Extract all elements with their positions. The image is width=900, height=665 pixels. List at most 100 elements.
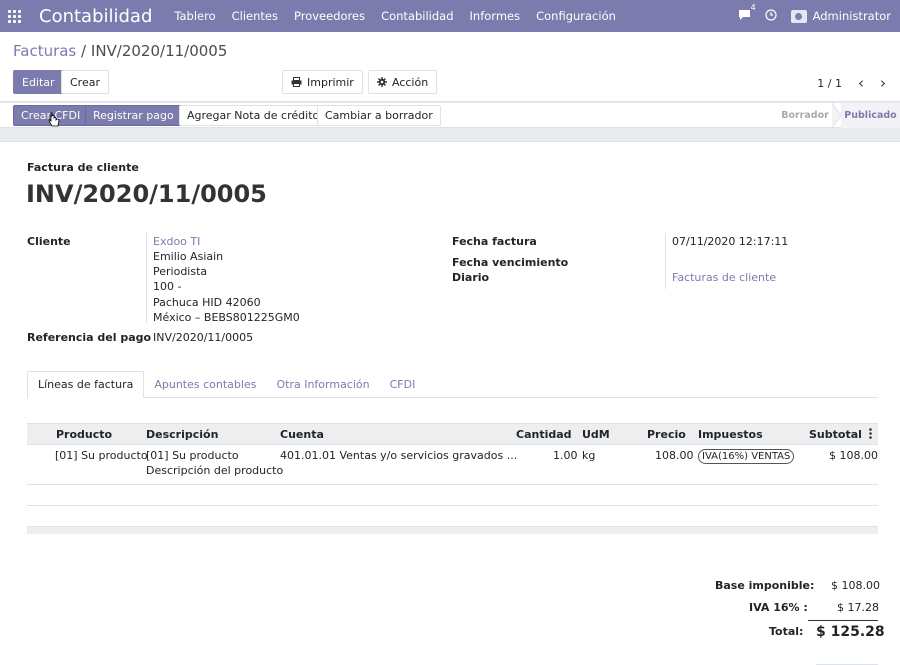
field-divider — [665, 233, 666, 289]
register-payment-label: Registrar pago — [93, 109, 174, 122]
tab-cfdi-label: CFDI — [389, 378, 416, 391]
invoice-type: Factura de cliente — [27, 161, 139, 174]
chat-icon — [738, 9, 750, 20]
breadcrumb: Facturas / INV/2020/11/0005 — [13, 42, 227, 60]
create-button[interactable]: Crear — [61, 70, 109, 94]
tab-journal-items[interactable]: Apuntes contables — [144, 371, 266, 398]
next-record-icon[interactable]: › — [880, 74, 886, 92]
invoice-date-label: Fecha factura — [452, 235, 537, 248]
column-price[interactable]: Precio — [647, 428, 686, 441]
due-date-label: Fecha vencimiento — [452, 256, 569, 269]
table-row[interactable]: [01] Su producto [01] Su producto Descri… — [27, 445, 878, 485]
edit-button-label: Editar — [22, 75, 55, 89]
menu-proveedores[interactable]: Proveedores — [294, 9, 365, 23]
payment-ref-label: Referencia del pago — [27, 331, 152, 344]
stage-publicado[interactable]: Publicado — [841, 103, 900, 128]
tab-other-info-label: Otra Información — [276, 378, 370, 391]
empty-row — [27, 485, 878, 506]
menu-informes[interactable]: Informes — [470, 9, 521, 23]
stage-publicado-label: Publicado — [844, 110, 897, 121]
cell-product: [01] Su producto — [55, 449, 148, 462]
invoice-date-value: 07/11/2020 12:17:11 — [672, 235, 789, 248]
address-line: Emilio Asiain — [153, 250, 224, 263]
action-button[interactable]: Acción — [368, 70, 438, 94]
menu-contabilidad[interactable]: Contabilidad — [381, 9, 453, 23]
column-subtotal[interactable]: Subtotal — [809, 428, 862, 441]
cell-subtotal: $ 108.00 — [829, 449, 878, 462]
column-product[interactable]: Producto — [56, 428, 112, 441]
cell-description: [01] Su producto — [146, 449, 239, 462]
field-divider — [146, 233, 147, 323]
tab-invoice-lines-label: Líneas de factura — [38, 378, 134, 391]
customer-label: Cliente — [27, 235, 71, 248]
column-account[interactable]: Cuenta — [280, 428, 324, 441]
print-button[interactable]: Imprimir — [282, 70, 363, 94]
create-button-label: Crear — [70, 75, 100, 89]
user-name: Administrator — [812, 9, 891, 23]
tab-invoice-lines[interactable]: Líneas de factura — [27, 371, 145, 398]
user-menu[interactable]: Administrator — [790, 9, 891, 23]
stage-borrador-label: Borrador — [781, 110, 829, 121]
tab-cfdi[interactable]: CFDI — [380, 371, 426, 398]
column-uom[interactable]: UdM — [582, 428, 610, 441]
avatar — [790, 9, 807, 23]
edit-button[interactable]: Editar — [13, 70, 64, 94]
prev-record-icon[interactable]: ‹ — [858, 74, 864, 92]
gear-icon — [377, 77, 387, 87]
reset-draft-button[interactable]: Cambiar a borrador — [317, 105, 441, 126]
cell-description-detail: Descripción del producto — [146, 464, 284, 477]
app-title[interactable]: Contabilidad — [39, 6, 152, 27]
menu-configuracion[interactable]: Configuración — [536, 9, 616, 23]
register-payment-button[interactable]: Registrar pago — [85, 105, 182, 126]
column-taxes[interactable]: Impuestos — [698, 428, 763, 441]
pager-value[interactable]: 1 / 1 — [817, 77, 842, 90]
cell-uom: kg — [582, 449, 596, 462]
cursor-icon — [48, 112, 60, 127]
invoice-lines-table: Producto Descripción Cuenta Cantidad UdM… — [27, 423, 878, 534]
print-button-label: Imprimir — [307, 75, 354, 89]
tab-other-info[interactable]: Otra Información — [266, 371, 379, 398]
main-menu: Tablero Clientes Proveedores Contabilida… — [174, 9, 616, 23]
activity-button[interactable] — [764, 8, 777, 24]
column-description[interactable]: Descripción — [146, 428, 218, 441]
invoice-number: INV/2020/11/0005 — [26, 180, 267, 208]
menu-tablero[interactable]: Tablero — [174, 9, 215, 23]
tax-value: $ 17.28 — [837, 601, 879, 614]
base-value: $ 108.00 — [831, 579, 880, 592]
column-quantity[interactable]: Cantidad — [516, 428, 572, 441]
payment-ref-value: INV/2020/11/0005 — [153, 331, 254, 344]
tax-badge: IVA(16%) VENTAS — [698, 449, 795, 464]
address-line: Pachuca HID 42060 — [153, 296, 261, 309]
stage-borrador[interactable]: Borrador — [772, 103, 838, 128]
column-options-icon[interactable] — [869, 428, 872, 442]
clock-icon — [764, 8, 777, 21]
cell-quantity: 1.00 — [553, 449, 578, 462]
total-value: $ 125.28 — [816, 624, 885, 640]
messages-button[interactable]: 4 — [738, 3, 756, 24]
action-button-label: Acción — [392, 75, 429, 89]
top-navbar: Contabilidad Tablero Clientes Proveedore… — [0, 0, 900, 32]
print-icon — [291, 77, 302, 87]
credit-note-label: Agregar Nota de crédito — [187, 109, 320, 122]
status-bar: Crear CFDI Registrar pago Agregar Nota d… — [0, 103, 900, 128]
reset-draft-label: Cambiar a borrador — [325, 109, 433, 122]
table-footer — [27, 527, 878, 534]
chat-counter: 4 — [750, 2, 756, 12]
apps-menu-icon[interactable] — [0, 0, 28, 32]
credit-note-button[interactable]: Agregar Nota de crédito — [179, 105, 328, 126]
cell-price: 108.00 — [655, 449, 694, 462]
pager: 1 / 1 ‹ › — [817, 74, 886, 92]
empty-row — [27, 506, 878, 527]
table-header: Producto Descripción Cuenta Cantidad UdM… — [27, 423, 878, 445]
menu-clientes[interactable]: Clientes — [232, 9, 278, 23]
tab-journal-items-label: Apuntes contables — [154, 378, 257, 391]
breadcrumb-facturas[interactable]: Facturas — [13, 42, 76, 60]
address-line: 100 - — [153, 280, 182, 293]
customer-name[interactable]: Exdoo TI — [153, 235, 200, 248]
total-label: Total: — [769, 625, 804, 638]
base-label: Base imponible: — [715, 579, 815, 592]
journal-value[interactable]: Facturas de cliente — [672, 271, 776, 284]
journal-label: Diario — [452, 271, 490, 284]
cell-account: 401.01.01 Ventas y/o servicios gravados … — [280, 449, 518, 462]
notebook-tabs: Líneas de factura Apuntes contables Otra… — [27, 371, 878, 398]
